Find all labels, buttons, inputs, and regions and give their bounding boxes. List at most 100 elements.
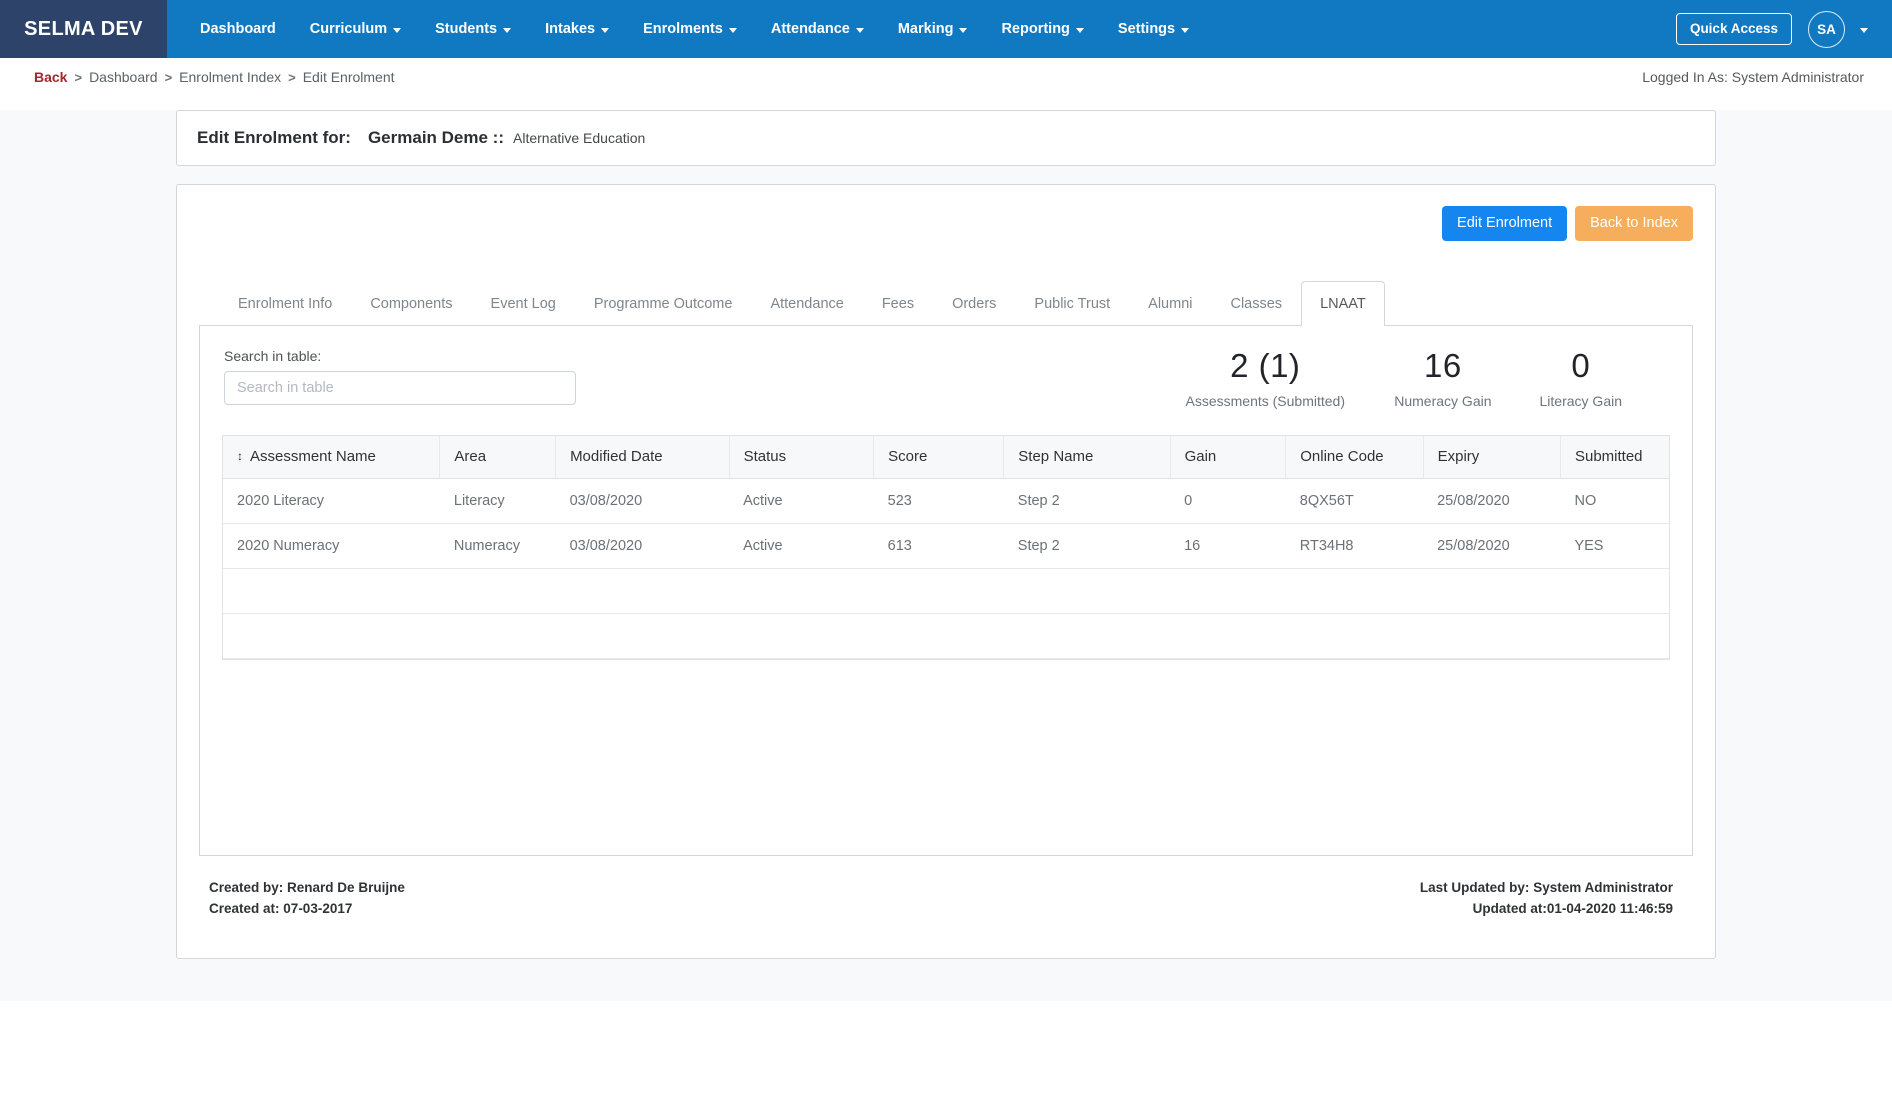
- cell-area: Numeracy: [439, 523, 556, 569]
- created-at-line: Created at: 07-03-2017: [209, 899, 405, 920]
- sort-updown-icon[interactable]: ↕: [237, 449, 243, 463]
- cell-step-name: Step 2: [1003, 478, 1171, 524]
- nav-label: Settings: [1117, 21, 1176, 37]
- column-header-submitted[interactable]: Submitted: [1560, 434, 1669, 479]
- table-row[interactable]: 2020 Literacy Literacy 03/08/2020 Active…: [223, 478, 1669, 524]
- created-at-label: Created at:: [209, 901, 280, 917]
- nav-item-curriculum[interactable]: Curriculum: [293, 0, 418, 58]
- nav-item-students[interactable]: Students: [418, 0, 528, 58]
- panel-top-row: Search in table: 2 (1) Assessments (Subm…: [220, 347, 1672, 409]
- tab-classes[interactable]: Classes: [1211, 281, 1301, 326]
- action-button-row: Edit Enrolment Back to Index: [199, 203, 1693, 257]
- tab-event-log[interactable]: Event Log: [472, 281, 575, 326]
- column-header-score[interactable]: Score: [873, 434, 1005, 479]
- updated-at-label: Updated at:: [1472, 901, 1547, 917]
- page-title-student: Germain Deme ::: [367, 128, 504, 147]
- tab-attendance[interactable]: Attendance: [751, 281, 862, 326]
- breadcrumb-separator: >: [164, 69, 173, 85]
- cell-empty: [223, 613, 1669, 659]
- tab-lnaat[interactable]: LNAAT: [1301, 281, 1385, 327]
- tab-components[interactable]: Components: [351, 281, 471, 326]
- avatar[interactable]: SA: [1808, 10, 1845, 48]
- nav-label: Dashboard: [200, 21, 276, 37]
- chevron-down-icon: [393, 27, 402, 33]
- cell-expiry: 25/08/2020: [1423, 523, 1561, 569]
- nav-label: Enrolments: [643, 21, 723, 37]
- column-header-assessment-name[interactable]: ↕ Assessment Name: [223, 434, 441, 479]
- edit-enrolment-button[interactable]: Edit Enrolment: [1442, 206, 1568, 242]
- tab-orders[interactable]: Orders: [933, 281, 1015, 326]
- cell-modified-date: 03/08/2020: [555, 523, 730, 569]
- cell-submitted: YES: [1560, 523, 1669, 569]
- tab-enrolment-info[interactable]: Enrolment Info: [219, 281, 351, 326]
- user-menu[interactable]: SA: [1808, 10, 1868, 48]
- tab-fees[interactable]: Fees: [863, 281, 933, 326]
- cell-modified-date: 03/08/2020: [555, 478, 730, 524]
- updated-at-value: 01-04-2020 11:46:59: [1546, 901, 1673, 917]
- back-to-index-button[interactable]: Back to Index: [1575, 206, 1693, 242]
- breadcrumb-back-link[interactable]: Back: [34, 69, 67, 85]
- lnaat-table-outer: ↕ Assessment Name Area Modified Date Stat…: [222, 434, 1670, 660]
- chevron-down-icon: [503, 27, 512, 33]
- table-header-row: ↕ Assessment Name Area Modified Date Stat…: [223, 434, 1669, 479]
- column-header-modified-date[interactable]: Modified Date: [555, 434, 730, 479]
- lnaat-table-head: ↕ Assessment Name Area Modified Date Stat…: [223, 434, 1669, 479]
- record-meta-left: Created by: Renard De Bruijne Created at…: [209, 878, 405, 920]
- nav-item-intakes[interactable]: Intakes: [528, 0, 626, 58]
- nav-label: Students: [435, 21, 498, 37]
- updated-by-value: System Administrator: [1533, 880, 1673, 896]
- created-by-label: Created by:: [209, 880, 284, 896]
- quick-access-button[interactable]: Quick Access: [1675, 13, 1792, 45]
- column-header-online-code[interactable]: Online Code: [1285, 434, 1424, 479]
- nav-label: Reporting: [1001, 21, 1070, 37]
- chevron-down-icon: [855, 27, 864, 33]
- lnaat-table-body: 2020 Literacy Literacy 03/08/2020 Active…: [223, 478, 1669, 659]
- nav-item-marking[interactable]: Marking: [881, 0, 985, 58]
- chevron-down-icon: [601, 27, 610, 33]
- cell-submitted: NO: [1560, 478, 1669, 524]
- brand-logo[interactable]: SELMA DEV: [0, 0, 167, 58]
- cell-area: Literacy: [439, 478, 556, 524]
- column-header-label: Assessment Name: [250, 447, 376, 465]
- nav-item-reporting[interactable]: Reporting: [984, 0, 1100, 58]
- page-title-programme: Alternative Education: [513, 130, 646, 146]
- column-header-gain[interactable]: Gain: [1170, 434, 1287, 479]
- stat-assessments-value: 2 (1): [1230, 347, 1301, 385]
- cell-empty: [223, 568, 1669, 614]
- table-row[interactable]: 2020 Numeracy Numeracy 03/08/2020 Active…: [223, 523, 1669, 569]
- search-block: Search in table:: [224, 348, 584, 406]
- tab-public-trust[interactable]: Public Trust: [1015, 281, 1129, 326]
- updated-at-line: Updated at:01-04-2020 11:46:59: [1420, 899, 1673, 920]
- column-header-step-name[interactable]: Step Name: [1003, 434, 1171, 479]
- chevron-down-icon: [1075, 27, 1084, 33]
- breadcrumb-item-dashboard[interactable]: Dashboard: [89, 69, 158, 85]
- cell-score: 613: [873, 523, 1004, 569]
- chevron-down-icon: [728, 27, 737, 33]
- table-row-empty: [223, 613, 1669, 659]
- created-by-value: Renard De Bruijne: [287, 880, 405, 896]
- main-nav: Dashboard Curriculum Students Intakes En…: [167, 0, 1206, 58]
- page-title-panel: Edit Enrolment for: Germain Deme :: Alte…: [176, 110, 1716, 166]
- nav-item-enrolments[interactable]: Enrolments: [626, 0, 754, 58]
- tab-programme-outcome[interactable]: Programme Outcome: [575, 281, 752, 326]
- stat-literacy-gain-value: 0: [1571, 347, 1591, 385]
- column-header-area[interactable]: Area: [439, 434, 557, 479]
- stat-numeracy-gain: 16 Numeracy Gain: [1370, 348, 1515, 409]
- cell-expiry: 25/08/2020: [1423, 478, 1561, 524]
- top-navbar: SELMA DEV Dashboard Curriculum Students …: [0, 0, 1892, 58]
- tab-alumni[interactable]: Alumni: [1129, 281, 1211, 326]
- search-label: Search in table:: [224, 348, 322, 365]
- chevron-down-icon[interactable]: [1860, 27, 1868, 33]
- search-input[interactable]: [224, 371, 576, 406]
- page-root: SELMA DEV Dashboard Curriculum Students …: [0, 0, 1892, 1094]
- nav-item-settings[interactable]: Settings: [1101, 0, 1206, 58]
- column-header-expiry[interactable]: Expiry: [1423, 434, 1561, 479]
- cell-gain: 0: [1170, 478, 1286, 524]
- stat-assessments: 2 (1) Assessments (Submitted): [1160, 347, 1370, 409]
- content-area: Edit Enrolment for: Germain Deme :: Alte…: [0, 110, 1892, 1002]
- breadcrumb-item-enrolment-index[interactable]: Enrolment Index: [179, 69, 281, 85]
- nav-item-dashboard[interactable]: Dashboard: [183, 0, 293, 58]
- nav-label: Attendance: [770, 21, 850, 37]
- nav-item-attendance[interactable]: Attendance: [754, 0, 881, 58]
- column-header-status[interactable]: Status: [729, 434, 875, 479]
